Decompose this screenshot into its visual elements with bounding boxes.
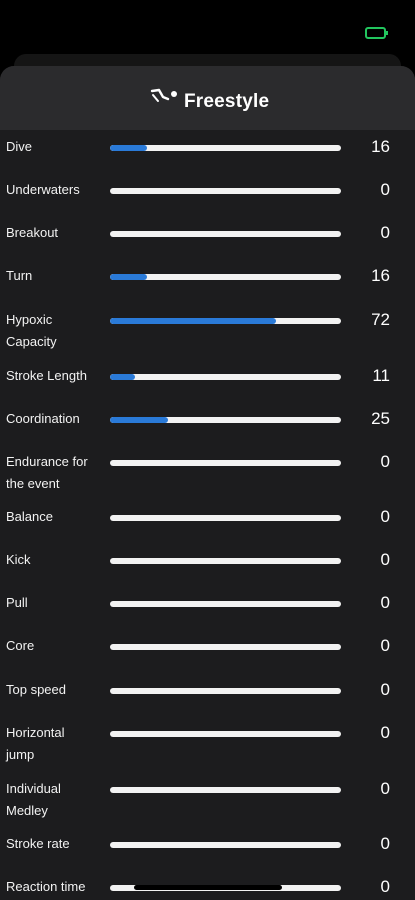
metric-value: 0 (380, 723, 390, 742)
metric-label: Stroke Length (6, 368, 87, 383)
metric-label: Kick (6, 552, 31, 567)
metric-value: 0 (380, 834, 390, 853)
metric-label: Balance (6, 509, 53, 524)
metric-value: 0 (380, 593, 390, 612)
metric-label: Coordination (6, 411, 80, 426)
progress-fill (110, 274, 147, 280)
progress-bar (110, 787, 341, 793)
metric-label: Dive (6, 139, 33, 154)
metrics-list: Dive 16 Underwaters 0 Breakout 0 Turn 16… (0, 66, 415, 900)
progress-fill (110, 374, 136, 380)
progress-fill (110, 417, 168, 423)
metric-label: Hypoxic Capacity (6, 312, 57, 349)
progress-bar (110, 558, 341, 564)
progress-bar (110, 601, 341, 607)
metric-value: 0 (380, 507, 390, 526)
metric-label: Top speed (6, 682, 66, 697)
progress-bar (110, 274, 341, 280)
progress-bar (110, 460, 341, 466)
progress-bar (110, 231, 341, 237)
progress-bar (110, 145, 341, 151)
metric-value: 11 (372, 366, 390, 385)
progress-bar (110, 731, 341, 737)
metric-label: Underwaters (6, 182, 80, 197)
metric-label: Pull (6, 595, 28, 610)
metric-label: Individual Medley (6, 781, 61, 818)
metric-label: Core (6, 638, 35, 653)
progress-bar (110, 188, 341, 194)
battery-charging-icon (365, 27, 388, 39)
metric-value: 0 (380, 680, 390, 699)
metric-label: Horizontal jump (6, 725, 65, 762)
metric-label: Endurance for the event (6, 454, 88, 491)
progress-bar (110, 417, 341, 423)
metric-value: 0 (380, 636, 390, 655)
metric-label: Reaction time (6, 879, 86, 894)
metric-value: 25 (371, 409, 390, 428)
home-indicator[interactable] (134, 885, 282, 890)
progress-bar (110, 842, 341, 848)
metric-value: 16 (371, 137, 390, 156)
bottom-sheet: Freestyle Dive 16 Underwaters 0 Breakout… (0, 66, 415, 900)
progress-bar (110, 644, 341, 650)
metric-value: 0 (380, 180, 390, 199)
progress-bar (110, 318, 341, 324)
status-bar (0, 0, 415, 60)
metric-value: 16 (371, 266, 390, 285)
metric-value: 0 (380, 223, 390, 242)
metric-value: 0 (380, 452, 390, 471)
metric-label: Stroke rate (6, 836, 70, 851)
metric-value: 0 (380, 779, 390, 798)
progress-fill (110, 318, 277, 324)
progress-bar (110, 515, 341, 521)
progress-fill (110, 145, 147, 151)
progress-bar (110, 688, 341, 694)
metric-label: Turn (6, 268, 33, 283)
progress-bar (110, 374, 341, 380)
metric-value: 0 (380, 550, 390, 569)
metric-value: 0 (380, 877, 390, 896)
metric-value: 72 (371, 310, 390, 329)
metric-label: Breakout (6, 225, 59, 240)
